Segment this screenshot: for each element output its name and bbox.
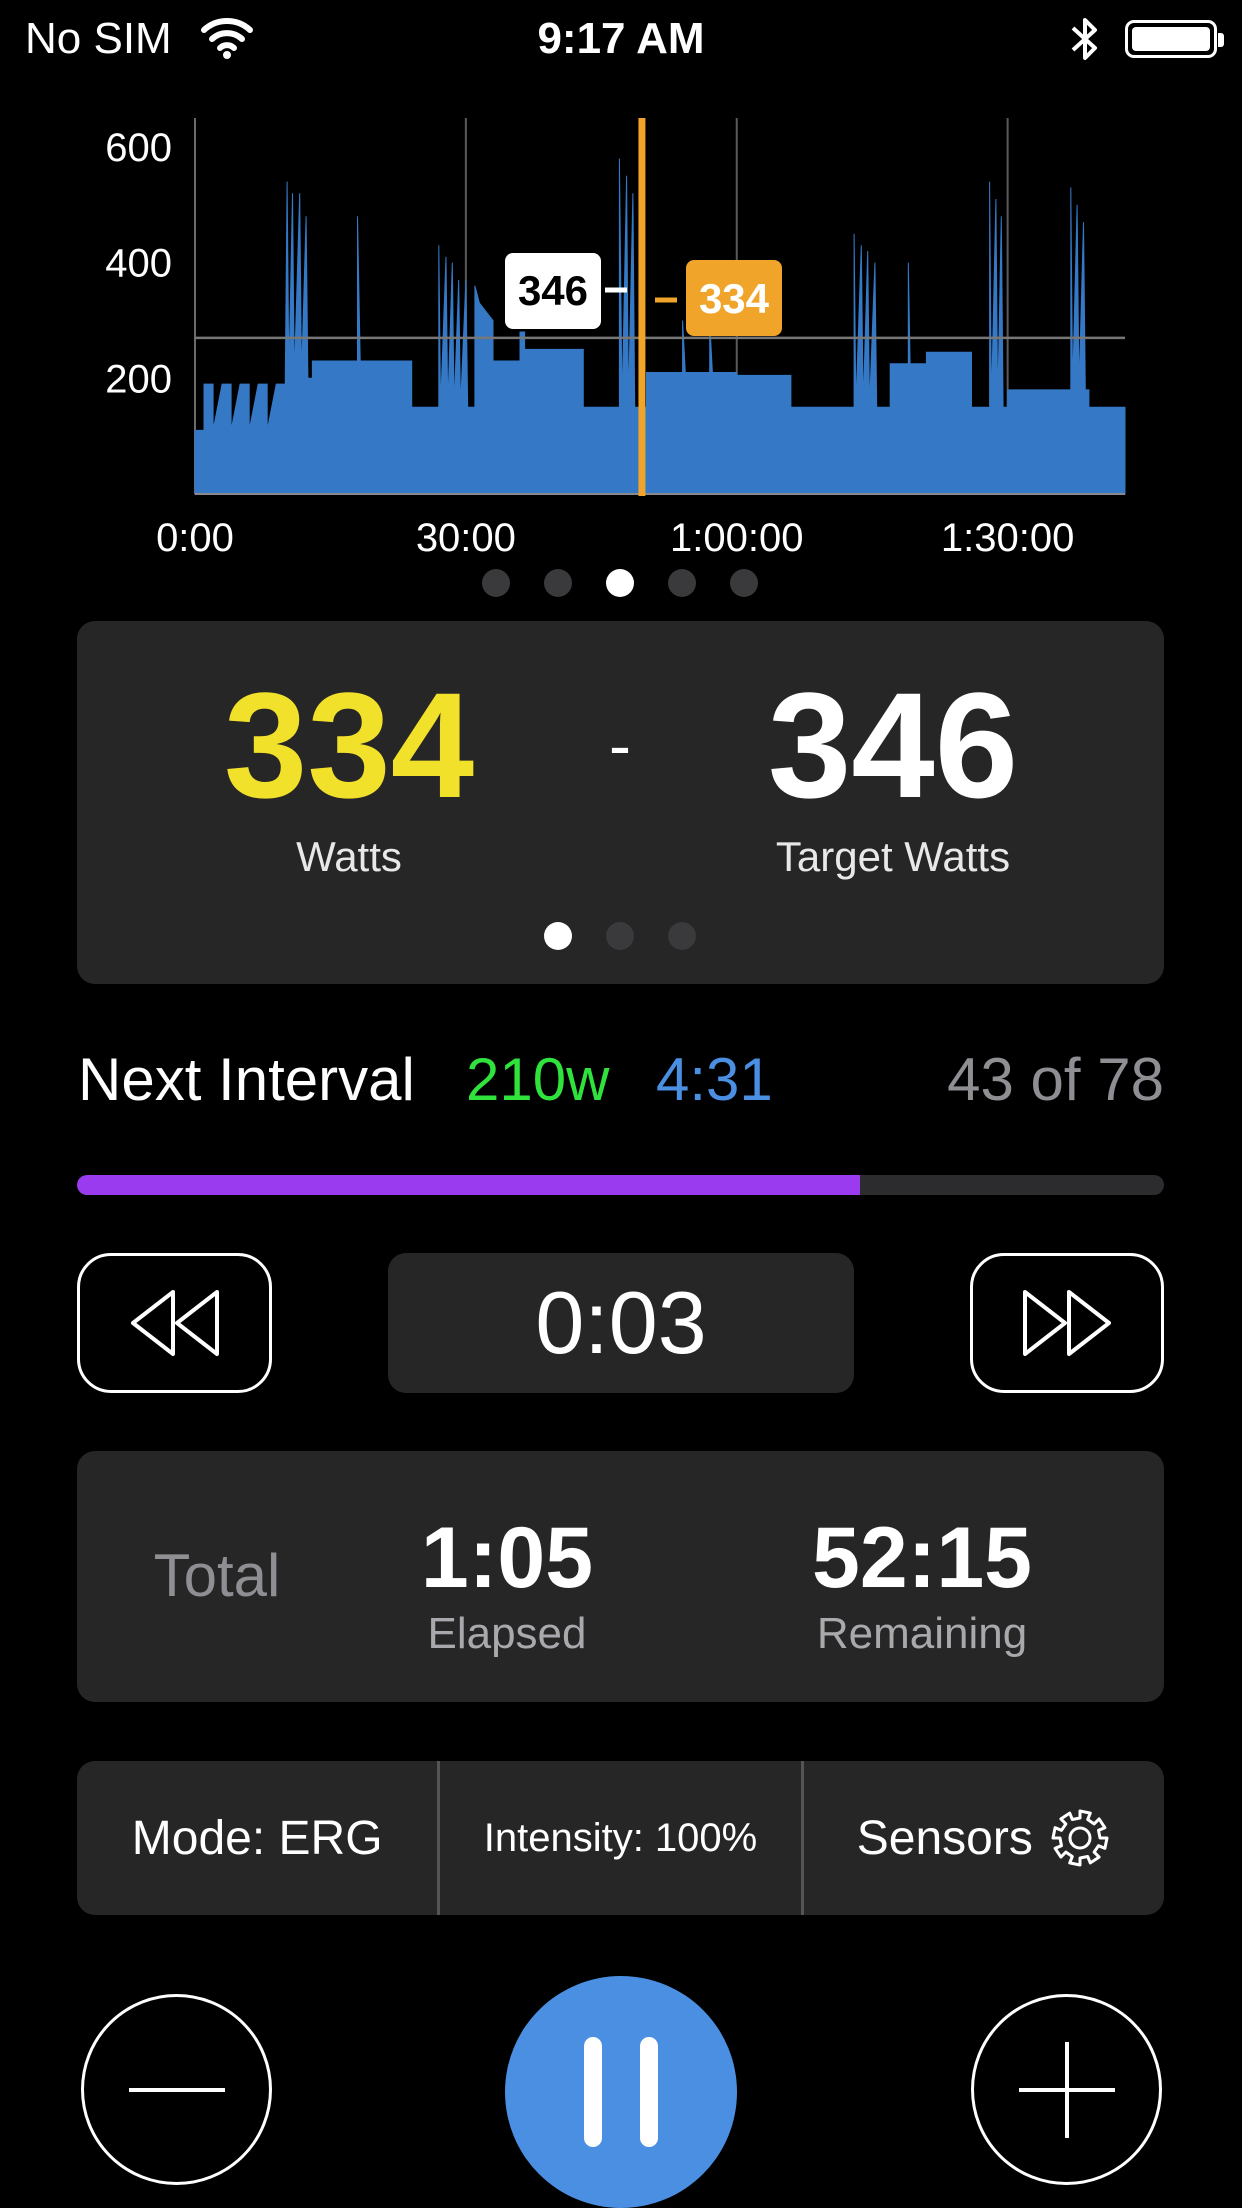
totals-panel: Total 1:05 Elapsed 52:15 Remaining xyxy=(77,1451,1164,1702)
chart-pager-dot[interactable] xyxy=(544,569,572,597)
power-pager-dot[interactable] xyxy=(668,922,696,950)
mode-label: Mode: ERG xyxy=(131,1811,383,1865)
power-pager-dot[interactable] xyxy=(544,922,572,950)
power-series-0 xyxy=(194,158,1126,495)
plus-icon xyxy=(1018,2041,1115,2138)
mode-button[interactable]: Mode: ERG xyxy=(77,1761,437,1915)
workout-chart[interactable]: 346 334 200 400 600 0:00 30:00 1:00:00 1:30:00 xyxy=(0,100,1242,580)
y-tick-label: 200 xyxy=(105,357,172,401)
intensity-button[interactable]: Intensity: 100% xyxy=(440,1761,800,1915)
chart-pager[interactable] xyxy=(482,569,758,597)
y-tick-label: 600 xyxy=(105,126,172,170)
pause-icon xyxy=(640,2037,658,2147)
elapsed-value: 1:05 xyxy=(420,1510,594,1606)
next-interval-row: Next Interval 210w 4:31 43 of 78 xyxy=(78,1045,1164,1115)
previous-interval-button[interactable] xyxy=(77,1253,272,1393)
pause-icon xyxy=(584,2037,602,2147)
bluetooth-icon xyxy=(1071,18,1097,60)
target-marker-value: 346 xyxy=(518,267,588,314)
current-marker-value: 334 xyxy=(699,275,770,322)
remaining-label: Remaining xyxy=(816,1609,1028,1658)
clock: 9:17 AM xyxy=(537,14,705,63)
current-watts-value: 334 xyxy=(223,661,475,829)
power-panel[interactable]: 334 Watts - 346 Target Watts xyxy=(77,621,1164,984)
interval-position: 43 of 78 xyxy=(947,1046,1164,1113)
battery-icon xyxy=(1125,20,1224,58)
power-pager-dot[interactable] xyxy=(606,922,634,950)
x-tick-label: 1:00:00 xyxy=(670,516,803,560)
intensity-label: Intensity: 100% xyxy=(483,1815,758,1860)
next-interval-duration: 4:31 xyxy=(656,1046,773,1113)
sensors-button[interactable]: Sensors xyxy=(804,1761,1164,1915)
interval-timer: 0:03 xyxy=(388,1253,854,1393)
chart-pager-dot[interactable] xyxy=(730,569,758,597)
chart-pager-dot[interactable] xyxy=(482,569,510,597)
interval-progress-fill xyxy=(77,1175,860,1195)
remaining-value: 52:15 xyxy=(812,1510,1032,1606)
mode-bar: Mode: ERG Intensity: 100% Sensors xyxy=(77,1761,1164,1915)
target-watts-label: Target Watts xyxy=(775,833,1011,880)
fast-forward-icon xyxy=(1023,1290,1111,1356)
next-interval-watts: 210w xyxy=(466,1046,610,1113)
chart-pager-dot[interactable] xyxy=(606,569,634,597)
gear-outline xyxy=(1051,1809,1109,1867)
rewind-icon xyxy=(130,1290,219,1356)
minus-icon xyxy=(128,2087,225,2092)
x-tick-label: 1:30:00 xyxy=(941,516,1074,560)
sensors-label: Sensors xyxy=(856,1811,1033,1865)
status-bar: No SIM 9:17 AM xyxy=(0,0,1242,80)
decrease-button[interactable] xyxy=(81,1994,272,2185)
power-separator: - xyxy=(609,708,631,782)
totals-label: Total xyxy=(153,1542,281,1609)
next-interval-label: Next Interval xyxy=(78,1046,415,1113)
power-pager[interactable] xyxy=(544,922,696,950)
pause-button[interactable] xyxy=(505,1976,737,2208)
x-tick-label: 0:00 xyxy=(156,516,234,560)
elapsed-label: Elapsed xyxy=(427,1609,587,1658)
current-watts-label: Watts xyxy=(296,833,402,880)
chart-pager-dot[interactable] xyxy=(668,569,696,597)
increase-button[interactable] xyxy=(971,1994,1162,2185)
interval-progress-bar xyxy=(77,1175,1164,1195)
target-watts-value: 346 xyxy=(767,661,1019,829)
gear-icon xyxy=(1051,1809,1109,1867)
y-tick-label: 400 xyxy=(105,242,172,286)
x-tick-label: 30:00 xyxy=(416,516,516,560)
next-interval-button[interactable] xyxy=(970,1253,1164,1393)
